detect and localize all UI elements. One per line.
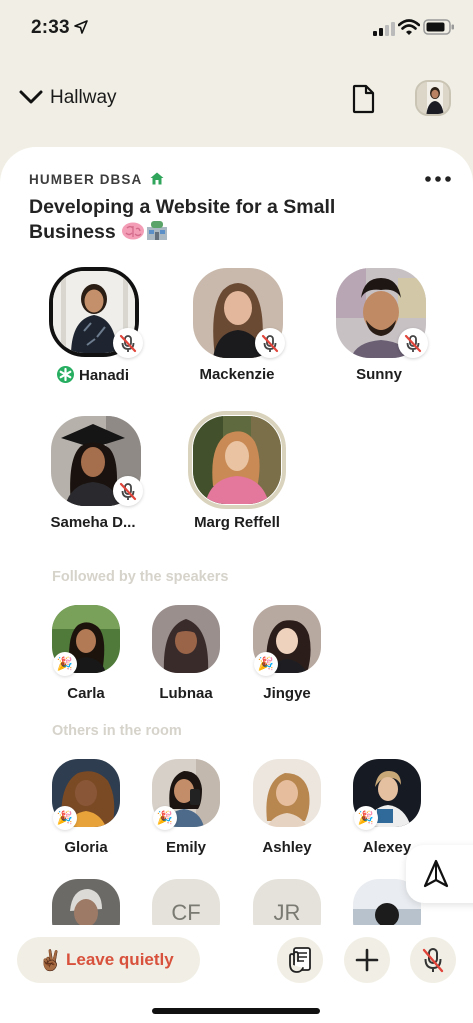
speaker-name: Mackenzie — [199, 366, 275, 383]
raise-hand-icon[interactable] — [277, 937, 323, 983]
muted-badge — [398, 328, 428, 358]
mic-off-icon — [261, 334, 279, 353]
room-title: Developing a Website for a Small Busines… — [29, 195, 369, 245]
add-button[interactable] — [344, 937, 390, 983]
listener-avatar[interactable] — [152, 605, 220, 673]
brain-emoji-icon — [122, 222, 145, 240]
status-bar: 2:33 — [0, 0, 473, 54]
party-popper-icon: 🎉 — [53, 652, 77, 676]
party-popper-icon: 🎉 — [254, 652, 278, 676]
battery-icon — [423, 19, 454, 35]
cellular-signal-icon — [373, 22, 395, 36]
club-name[interactable]: HUMBER DBSA — [29, 172, 142, 187]
speaker-avatar[interactable] — [193, 416, 281, 504]
home-indicator — [152, 1008, 320, 1014]
peace-hand-icon: ✌🏾 — [38, 950, 63, 972]
listener-name: Gloria — [64, 839, 108, 856]
profile-avatar[interactable] — [415, 80, 451, 116]
speaker-name: Hanadi — [28, 366, 158, 384]
party-popper-icon: 🎉 — [354, 806, 378, 830]
house-icon — [150, 172, 164, 185]
mic-off-icon — [119, 334, 137, 353]
muted-badge — [113, 328, 143, 358]
speaker-name: Sunny — [356, 366, 402, 383]
wifi-icon — [398, 19, 420, 35]
party-popper-icon: 🎉 — [153, 806, 177, 830]
listener-avatar[interactable] — [253, 759, 321, 827]
moderator-star-icon — [56, 366, 74, 383]
status-time: 2:33 — [31, 17, 70, 38]
listener-name: Lubnaa — [159, 685, 213, 702]
document-icon[interactable] — [351, 84, 377, 114]
section-heading-others: Others in the room — [52, 723, 182, 739]
mic-toggle-button[interactable] — [410, 937, 456, 983]
listener-name: Ashley — [262, 839, 312, 856]
speaker-name: Marg Reffell — [194, 514, 280, 531]
plus-icon[interactable] — [344, 937, 390, 983]
listener-name: Jingye — [263, 685, 311, 702]
speaker-name-text: Hanadi — [78, 367, 129, 384]
listener-name: Emily — [165, 839, 207, 856]
share-button[interactable] — [406, 845, 473, 903]
raise-hand-button[interactable] — [277, 937, 323, 983]
store-emoji-icon — [147, 221, 168, 240]
section-heading-followed: Followed by the speakers — [52, 569, 229, 585]
location-arrow-icon — [74, 20, 88, 34]
chevron-down-icon[interactable] — [19, 89, 43, 105]
listener-name: Carla — [67, 685, 105, 702]
more-dots-icon[interactable] — [424, 174, 452, 184]
mic-off-icon — [404, 334, 422, 353]
hallway-label[interactable]: Hallway — [50, 87, 117, 109]
mic-off-icon — [119, 482, 137, 501]
mic-off-icon[interactable] — [410, 937, 456, 983]
share-ping-icon[interactable] — [420, 858, 452, 890]
muted-badge — [255, 328, 285, 358]
party-popper-icon: 🎉 — [53, 806, 77, 830]
room-title-text: Developing a Website for a Small Busines… — [29, 196, 336, 243]
muted-badge — [113, 476, 143, 506]
speaker-name: Sameha D... — [50, 514, 136, 531]
